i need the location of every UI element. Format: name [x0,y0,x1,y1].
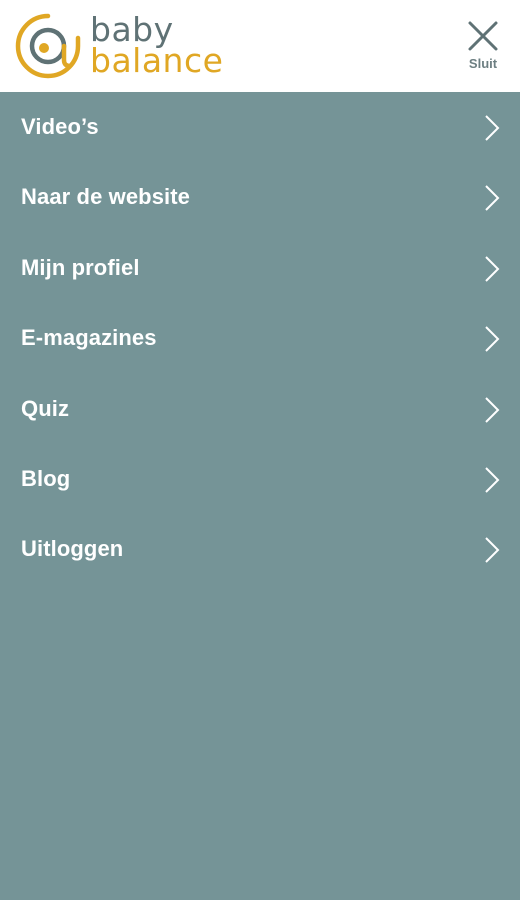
chevron-right-icon [485,256,500,282]
baby-face-at-icon [15,13,81,79]
chevron-right-icon [485,115,500,141]
menu-item-blog[interactable]: Blog [0,444,520,514]
menu-item-videos[interactable]: Video’s [0,92,520,162]
close-icon [468,21,498,51]
menu-item-profile[interactable]: Mijn profiel [0,233,520,303]
chevron-right-icon [485,326,500,352]
menu-item-quiz[interactable]: Quiz [0,374,520,444]
chevron-right-icon [485,185,500,212]
menu-item-logout[interactable]: Uitloggen [0,514,520,584]
chevron-right-icon [485,396,500,423]
babybalance-logo: baby balance [14,12,244,80]
app-header: baby balance Sluit [0,0,520,92]
chevron-right-icon [485,537,500,564]
menu-item-label: E-magazines [21,325,157,351]
menu-item-label: Mijn profiel [21,254,140,280]
menu-item-emagazines[interactable]: E-magazines [0,303,520,373]
close-label: Sluit [468,56,498,71]
menu-item-label: Video’s [21,114,99,139]
logo-wordmark: baby balance [90,13,224,80]
menu-item-label: Uitloggen [21,536,124,562]
menu-item-label: Naar de website [21,184,191,210]
menu-item-label: Quiz [21,395,70,421]
chevron-right-icon [485,467,500,493]
menu-item-label: Blog [21,465,71,491]
main-menu: Video’s Naar de website Mijn profiel E-m… [0,92,520,585]
menu-item-website[interactable]: Naar de website [0,162,520,232]
logo-line-balance: balance [90,41,224,80]
close-button[interactable]: Sluit [460,16,506,74]
